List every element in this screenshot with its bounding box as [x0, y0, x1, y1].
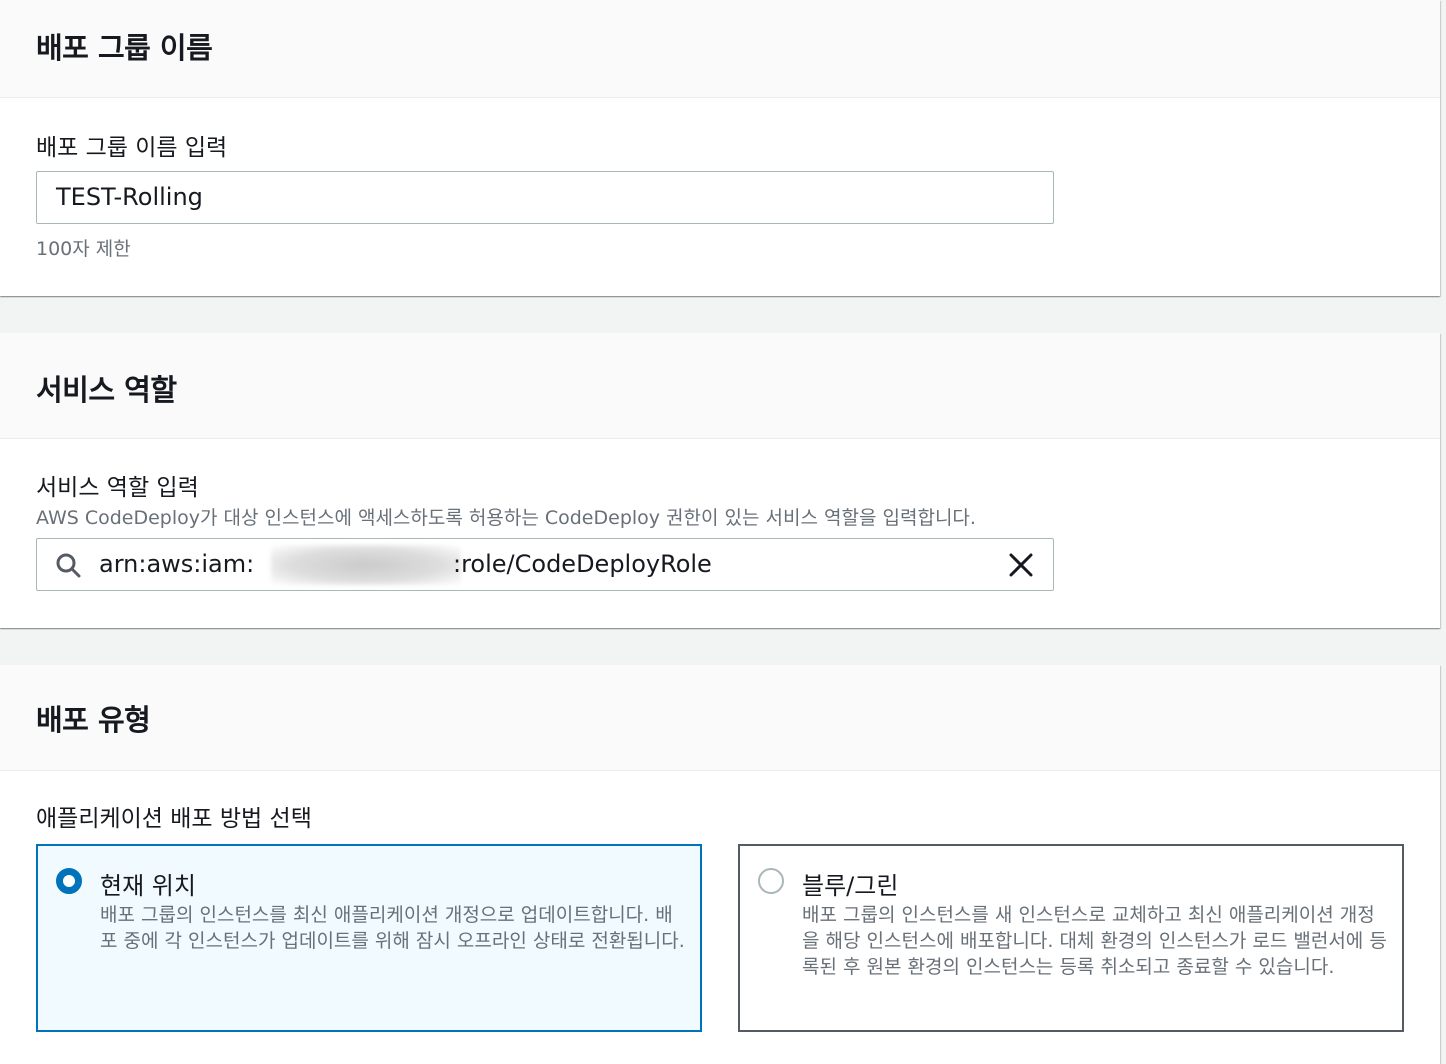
blue-green-description: 배포 그룹의 인스턴스를 새 인스턴스로 교체하고 최신 애플리케이션 개정을 … [802, 904, 1387, 978]
service-role-description: AWS CodeDeploy가 대상 인스턴스에 액세스하도록 허용하는 Cod… [36, 507, 976, 529]
deployment-option-in-place[interactable]: 현재 위치 배포 그룹의 인스턴스를 최신 애플리케이션 개정으로 업데이트합니… [36, 844, 702, 1032]
deployment-group-name-input[interactable]: TEST-Rolling [36, 171, 1054, 224]
deployment-group-name-value: TEST-Rolling [56, 183, 203, 211]
service-role-header: 서비스 역할 [0, 333, 1440, 439]
deployment-group-constraint: 100자 제한 [36, 238, 131, 260]
in-place-description: 배포 그룹의 인스턴스를 최신 애플리케이션 개정으로 업데이트합니다. 배포 … [100, 904, 685, 952]
service-role-value-prefix: arn:aws:iam: [99, 550, 255, 578]
deployment-type-header: 배포 유형 [0, 665, 1440, 771]
in-place-title: 현재 위치 [100, 872, 196, 900]
service-role-panel: 서비스 역할 서비스 역할 입력 AWS CodeDeploy가 대상 인스턴스… [0, 333, 1440, 628]
service-role-title: 서비스 역할 [36, 373, 177, 407]
redacted-account-id [271, 545, 461, 585]
deployment-group-title: 배포 그룹 이름 [36, 31, 213, 65]
in-place-radio[interactable] [56, 868, 82, 894]
close-icon[interactable] [1007, 551, 1035, 579]
deployment-type-title: 배포 유형 [36, 703, 151, 737]
blue-green-radio[interactable] [758, 868, 784, 894]
service-role-value-suffix: :role/CodeDeployRole [453, 550, 712, 578]
deployment-method-label: 애플리케이션 배포 방법 선택 [36, 806, 312, 832]
service-role-search-input[interactable]: arn:aws:iam: :role/CodeDeployRole [36, 538, 1054, 591]
deployment-option-blue-green[interactable]: 블루/그린 배포 그룹의 인스턴스를 새 인스턴스로 교체하고 최신 애플리케이… [738, 844, 1404, 1032]
blue-green-title: 블루/그린 [802, 872, 899, 900]
deployment-group-panel: 배포 그룹 이름 배포 그룹 이름 입력 TEST-Rolling 100자 제… [0, 0, 1440, 296]
deployment-group-header: 배포 그룹 이름 [0, 0, 1440, 98]
service-role-input-label: 서비스 역할 입력 [36, 475, 199, 501]
deployment-group-input-label: 배포 그룹 이름 입력 [36, 135, 228, 161]
search-icon [56, 553, 81, 578]
